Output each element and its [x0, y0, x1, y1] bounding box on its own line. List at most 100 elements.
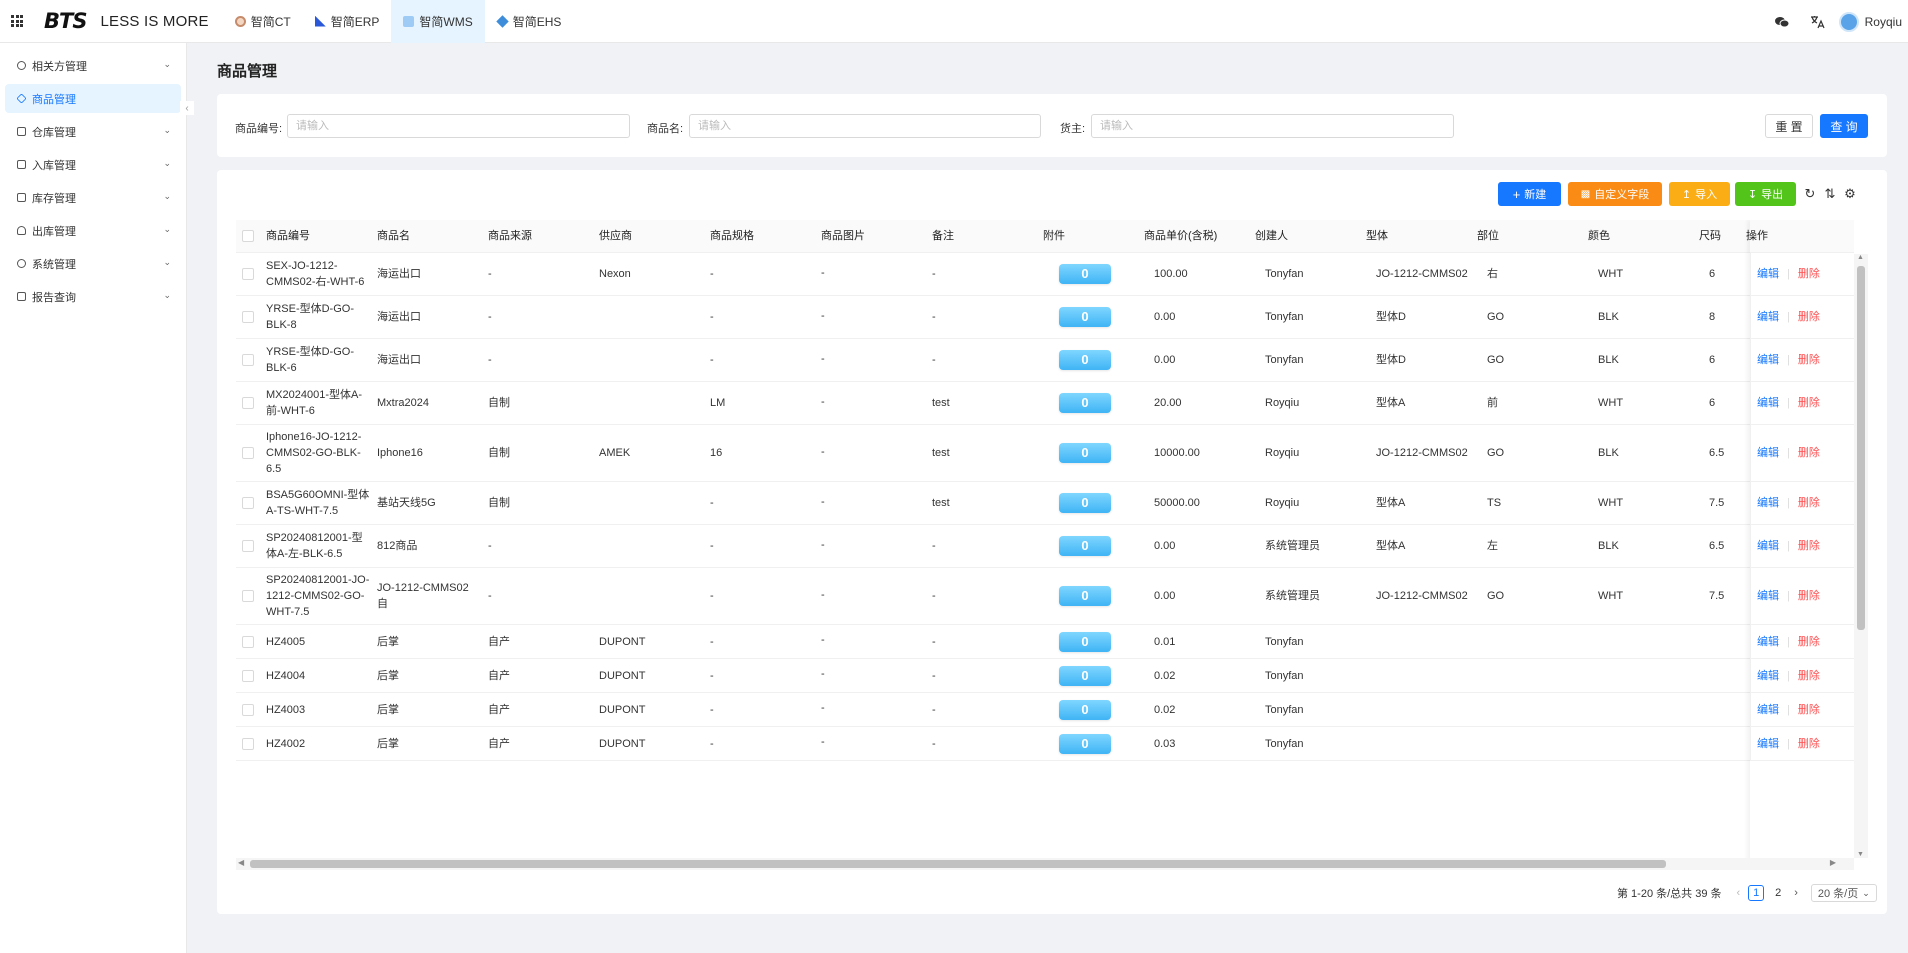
scrollbar-thumb[interactable]	[1857, 266, 1865, 630]
row-checkbox[interactable]	[236, 253, 266, 295]
column-header[interactable]: 商品图片	[821, 220, 932, 252]
delete-link[interactable]: 删除	[1798, 266, 1820, 282]
sidebar-item-warehouse[interactable]: 仓库管理 ⌄	[5, 117, 181, 146]
sidebar-item-system[interactable]: 系统管理 ⌄	[5, 249, 181, 278]
attachment-count-badge[interactable]: 0	[1059, 350, 1111, 370]
edit-link[interactable]: 编辑	[1757, 309, 1779, 325]
export-button[interactable]: ↧ 导出	[1735, 182, 1796, 206]
edit-link[interactable]: 编辑	[1757, 588, 1779, 604]
edit-link[interactable]: 编辑	[1757, 445, 1779, 461]
delete-link[interactable]: 删除	[1798, 736, 1820, 752]
attachment-count-badge[interactable]: 0	[1059, 443, 1111, 463]
row-checkbox[interactable]	[236, 625, 266, 658]
system-tab-wms[interactable]: 智简WMS	[391, 0, 485, 43]
attachment-count-badge[interactable]: 0	[1059, 393, 1111, 413]
delete-link[interactable]: 删除	[1798, 538, 1820, 554]
delete-link[interactable]: 删除	[1798, 668, 1820, 684]
row-checkbox[interactable]	[236, 659, 266, 692]
new-button[interactable]: + 新建	[1498, 182, 1561, 206]
avatar[interactable]	[1838, 11, 1859, 32]
scroll-down-icon[interactable]: ▼	[1857, 851, 1864, 858]
delete-link[interactable]: 删除	[1798, 634, 1820, 650]
attachment-count-badge[interactable]: 0	[1059, 665, 1111, 686]
edit-link[interactable]: 编辑	[1757, 736, 1779, 752]
column-header[interactable]: 型体	[1366, 220, 1477, 252]
delete-link[interactable]: 删除	[1798, 352, 1820, 368]
scrollbar-thumb[interactable]	[250, 860, 1666, 868]
scroll-up-icon[interactable]: ▲	[1857, 254, 1864, 261]
column-header[interactable]: 供应商	[599, 220, 710, 252]
edit-link[interactable]: 编辑	[1757, 634, 1779, 650]
delete-link[interactable]: 删除	[1798, 445, 1820, 461]
column-header[interactable]: 商品名	[377, 220, 488, 252]
edit-link[interactable]: 编辑	[1757, 495, 1779, 511]
scroll-left-icon[interactable]: ◀	[238, 858, 244, 867]
column-height-icon[interactable]: ⇅	[1821, 182, 1839, 206]
sidebar-item-stakeholder[interactable]: 相关方管理 ⌄	[5, 51, 181, 80]
sidebar-item-report[interactable]: 报告查询 ⌄	[5, 282, 181, 311]
custom-fields-button[interactable]: ▩ 自定义字段	[1568, 182, 1662, 206]
attachment-count-badge[interactable]: 0	[1059, 493, 1111, 513]
system-tab-ehs[interactable]: 智简EHS	[485, 0, 574, 43]
translate-icon[interactable]	[1803, 0, 1833, 43]
product-name-input[interactable]	[689, 114, 1041, 138]
column-header[interactable]: 商品编号	[266, 220, 377, 252]
column-header[interactable]: 备注	[932, 220, 1043, 252]
attachment-count-badge[interactable]: 0	[1059, 586, 1111, 606]
edit-link[interactable]: 编辑	[1757, 395, 1779, 411]
row-checkbox[interactable]	[236, 568, 266, 624]
horizontal-scrollbar[interactable]: ◀ ▶	[236, 858, 1854, 870]
system-tab-erp[interactable]: 智简ERP	[303, 0, 392, 43]
sidebar-item-inbound[interactable]: 入库管理 ⌄	[5, 150, 181, 179]
sidebar-item-inventory[interactable]: 库存管理 ⌄	[5, 183, 181, 212]
attachment-count-badge[interactable]: 0	[1059, 536, 1111, 556]
column-header[interactable]: 商品来源	[488, 220, 599, 252]
product-code-input[interactable]	[287, 114, 630, 138]
column-header[interactable]: 商品规格	[710, 220, 821, 252]
row-checkbox[interactable]	[236, 525, 266, 567]
row-checkbox[interactable]	[236, 693, 266, 726]
reset-button[interactable]: 重 置	[1765, 114, 1813, 138]
next-page-icon[interactable]: ›	[1794, 887, 1798, 899]
column-header[interactable]: 创建人	[1255, 220, 1366, 252]
edit-link[interactable]: 编辑	[1757, 352, 1779, 368]
attachment-count-badge[interactable]: 0	[1059, 733, 1111, 754]
vertical-scrollbar[interactable]: ▲ ▼	[1854, 254, 1868, 858]
row-checkbox[interactable]	[236, 339, 266, 381]
row-checkbox[interactable]	[236, 482, 266, 524]
column-header[interactable]: 颜色	[1588, 220, 1699, 252]
page-1[interactable]: 1	[1748, 885, 1765, 901]
import-button[interactable]: ↥ 导入	[1669, 182, 1730, 206]
scroll-right-icon[interactable]: ▶	[1830, 858, 1836, 867]
delete-link[interactable]: 删除	[1798, 495, 1820, 511]
sidebar-collapse-button[interactable]: ‹	[180, 101, 194, 115]
edit-link[interactable]: 编辑	[1757, 702, 1779, 718]
attachment-count-badge[interactable]: 0	[1059, 631, 1111, 652]
delete-link[interactable]: 删除	[1798, 309, 1820, 325]
edit-link[interactable]: 编辑	[1757, 538, 1779, 554]
row-checkbox[interactable]	[236, 727, 266, 760]
row-checkbox[interactable]	[236, 296, 266, 338]
owner-input[interactable]	[1091, 114, 1454, 138]
delete-link[interactable]: 删除	[1798, 588, 1820, 604]
attachment-count-badge[interactable]: 0	[1059, 307, 1111, 327]
sidebar-item-outbound[interactable]: 出库管理 ⌄	[5, 216, 181, 245]
edit-link[interactable]: 编辑	[1757, 266, 1779, 282]
user-name[interactable]: Royqiu	[1865, 15, 1902, 29]
query-button[interactable]: 查 询	[1820, 114, 1868, 138]
delete-link[interactable]: 删除	[1798, 702, 1820, 718]
prev-page-icon[interactable]: ‹	[1737, 887, 1741, 899]
delete-link[interactable]: 删除	[1798, 395, 1820, 411]
page-2[interactable]: 2	[1770, 885, 1786, 901]
edit-link[interactable]: 编辑	[1757, 668, 1779, 684]
row-checkbox[interactable]	[236, 425, 266, 481]
column-header[interactable]: 部位	[1477, 220, 1588, 252]
select-all-checkbox[interactable]	[236, 220, 266, 252]
attachment-count-badge[interactable]: 0	[1059, 264, 1111, 284]
column-header[interactable]: 商品单价(含税)	[1144, 220, 1255, 252]
wechat-icon[interactable]	[1767, 0, 1797, 43]
row-checkbox[interactable]	[236, 382, 266, 424]
page-size-select[interactable]: 20 条/页 ⌄	[1810, 884, 1877, 902]
settings-icon[interactable]: ⚙	[1841, 182, 1859, 206]
sidebar-item-product[interactable]: 商品管理	[5, 84, 181, 113]
